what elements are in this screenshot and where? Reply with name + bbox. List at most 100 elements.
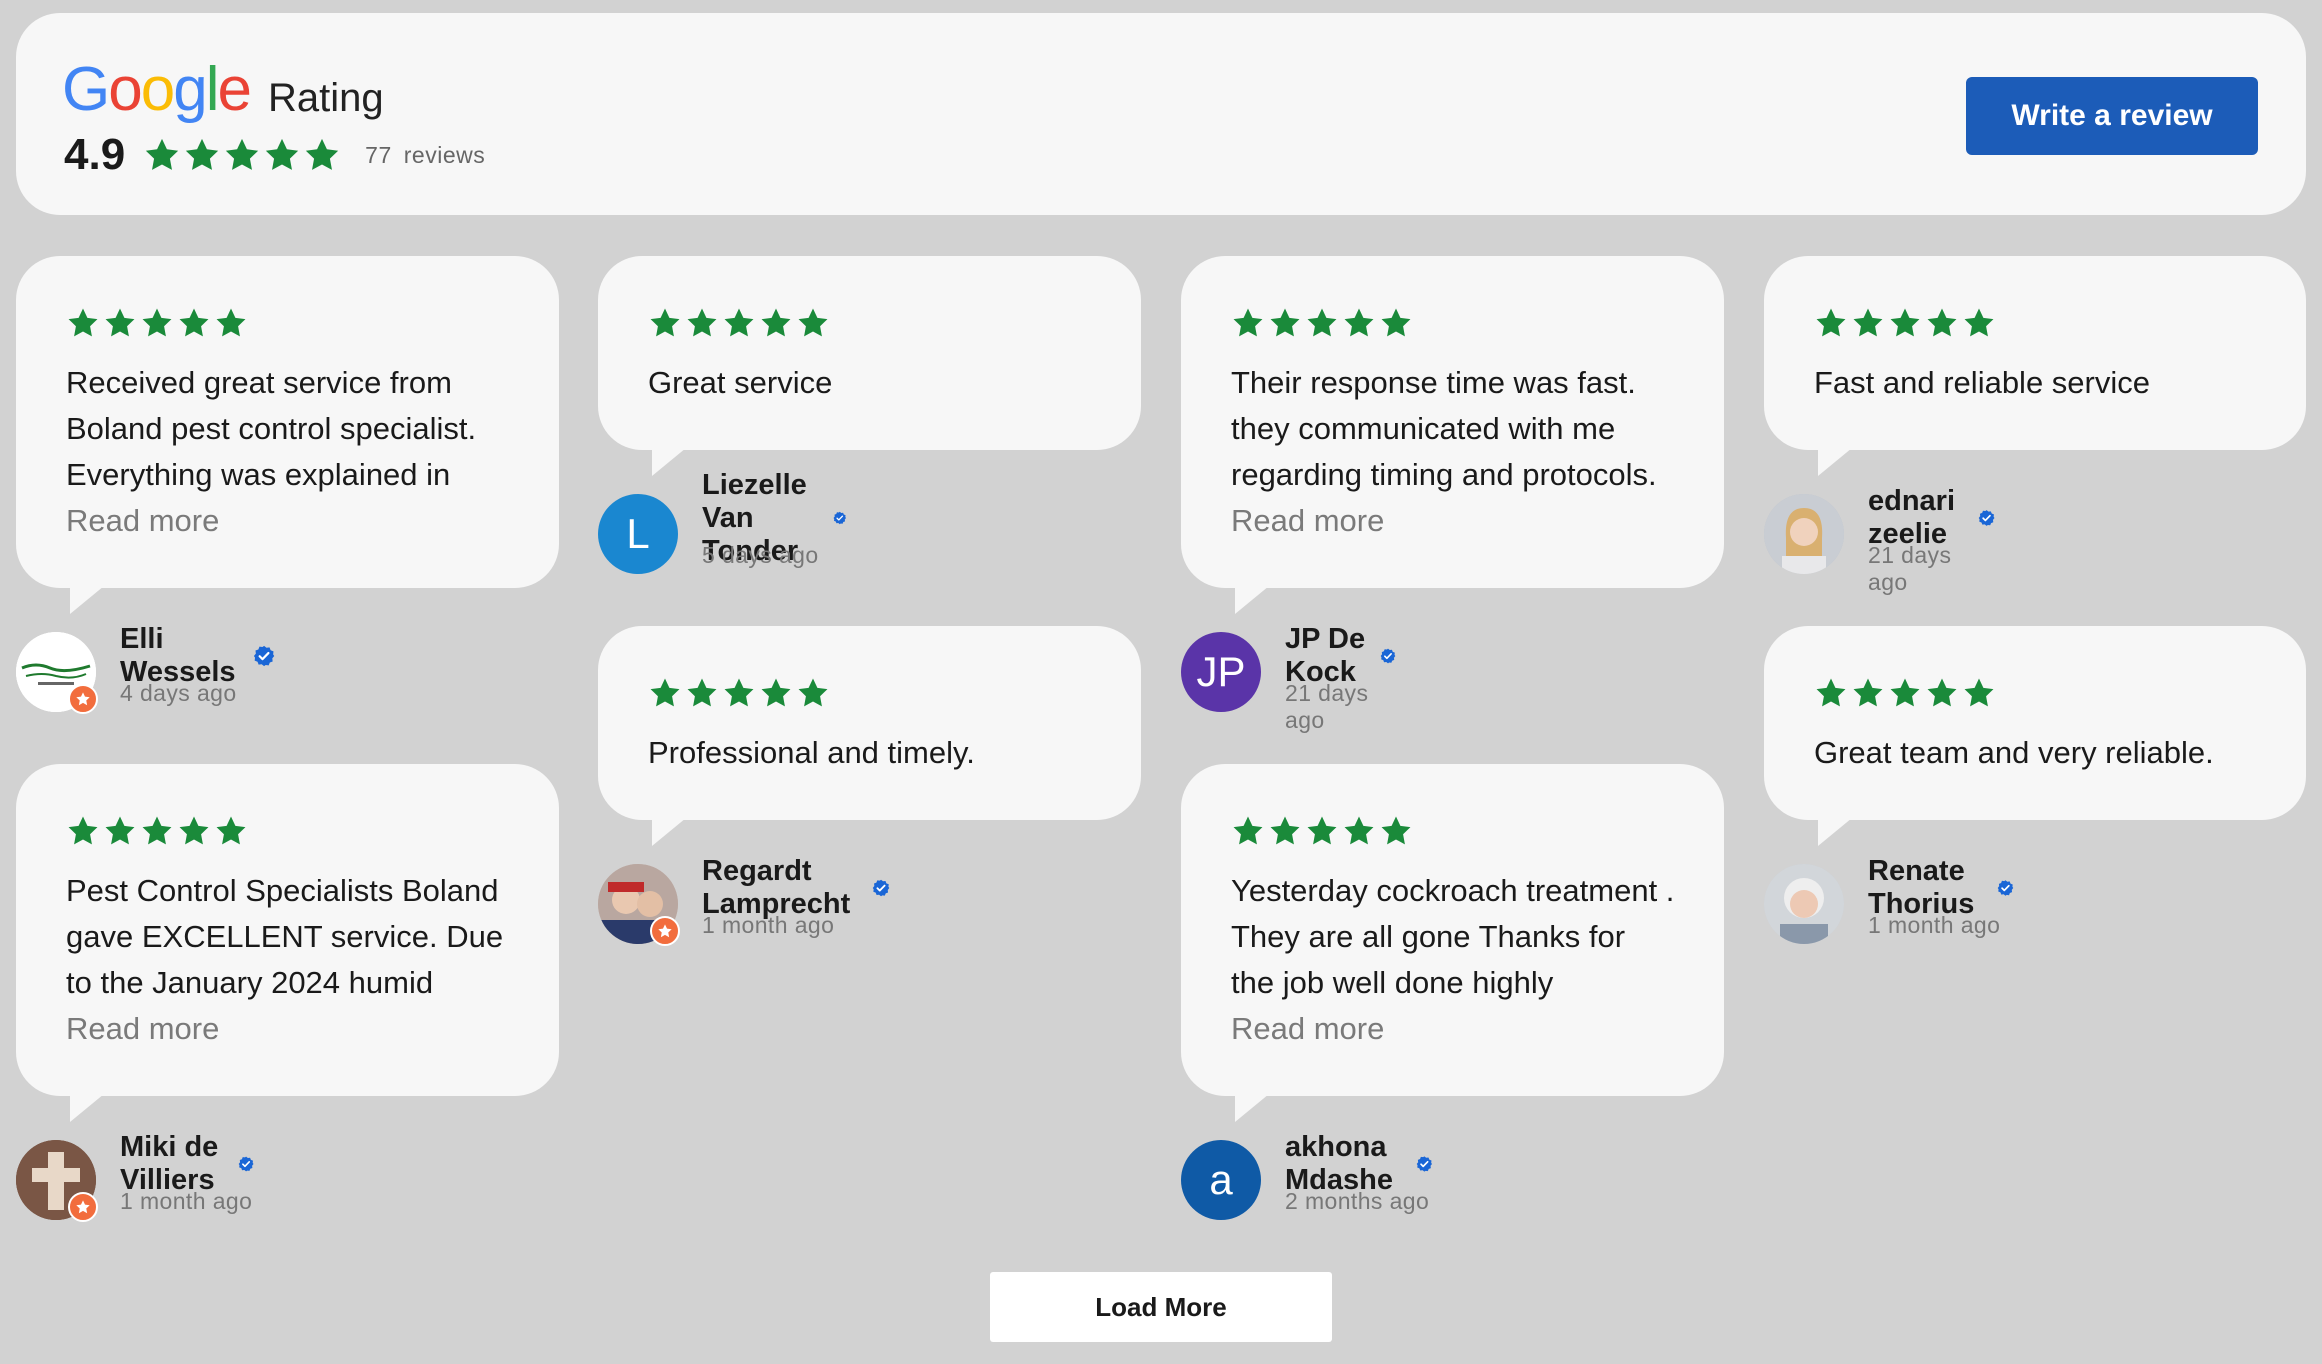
review-bubble: Yesterday cockroach treatment . They are… [1181, 764, 1724, 1122]
verified-icon [1978, 503, 1995, 533]
review-bubble: Received great service from Boland pest … [16, 256, 559, 614]
review-time: 1 month ago [120, 1188, 253, 1214]
avatar[interactable]: a [1181, 1140, 1261, 1220]
name-row: Regardt Lamprecht [702, 855, 890, 920]
author-info: akhona Mdashe 2 months ago [1285, 1131, 1433, 1215]
local-guide-badge [68, 684, 98, 714]
review-text: Great service [648, 365, 833, 400]
write-review-button[interactable]: Write a review [1966, 77, 2258, 155]
review-bubble: Great team and very reliable. [1764, 626, 2306, 846]
read-more-link[interactable]: Read more [1231, 498, 1676, 544]
avatar[interactable] [1764, 494, 1844, 574]
review-count-number: 77 [365, 141, 392, 168]
star-icon [1888, 676, 1922, 710]
verified-icon [1380, 641, 1396, 671]
name-row: ednari zeelie [1868, 485, 1995, 550]
average-score: 4.9 [64, 130, 126, 179]
star-icon [1962, 306, 1996, 340]
star-icon [177, 306, 211, 340]
review-time: 2 months ago [1285, 1188, 1430, 1214]
review-time: 4 days ago [120, 680, 237, 706]
review-stars [648, 676, 1093, 712]
star-icon [1814, 676, 1848, 710]
verified-icon [253, 641, 275, 671]
star-icon [140, 814, 174, 848]
review-bubble: Great service [598, 256, 1141, 476]
star-icon [759, 676, 793, 710]
review-time: 21 days ago [1285, 680, 1369, 733]
star-icon [263, 136, 301, 174]
read-more-link[interactable]: Read more [66, 498, 511, 544]
star-icon [1851, 676, 1885, 710]
name-row: Renate Thorius [1868, 855, 2014, 920]
star-icon [648, 306, 682, 340]
star-icon [214, 306, 248, 340]
review-stars [1231, 814, 1676, 850]
name-row: Elli Wessels [120, 623, 276, 688]
star-icon [183, 136, 221, 174]
rating-title: Rating [267, 76, 384, 120]
star-icon [685, 306, 719, 340]
review-text: Yesterday cockroach treatment . They are… [1231, 873, 1675, 1000]
star-icon [1925, 306, 1959, 340]
review-time: 21 days ago [1868, 542, 1952, 595]
avatar[interactable] [16, 1140, 98, 1222]
score-row: 4.9 77 reviews [64, 125, 485, 185]
star-icon [143, 136, 181, 174]
bubble-tail [1235, 586, 1269, 614]
bubble-tail [1818, 448, 1852, 476]
woman-photo-icon [1764, 494, 1844, 574]
verified-icon [238, 1149, 254, 1179]
load-more-button[interactable]: Load More [990, 1272, 1332, 1342]
star-icon [103, 814, 137, 848]
star-icon [1925, 676, 1959, 710]
review-author: Renate Thorius 1 month ago [1764, 855, 2014, 944]
review-count: 77 reviews [365, 142, 485, 169]
bubble-tail [652, 818, 686, 846]
review-bubble: Fast and reliable service [1764, 256, 2306, 476]
review-author: Elli Wessels 4 days ago [16, 623, 276, 714]
star-icon [66, 814, 100, 848]
star-icon [685, 676, 719, 710]
read-more-link[interactable]: Read more [66, 1006, 511, 1052]
star-icon [66, 306, 100, 340]
star-icon [303, 136, 341, 174]
author-info: Regardt Lamprecht 1 month ago [702, 855, 890, 939]
star-icon [1379, 306, 1413, 340]
avatar[interactable] [16, 632, 98, 714]
woman-photo-icon [1764, 864, 1844, 944]
review-text: Received great service from Boland pest … [66, 365, 477, 492]
avatar[interactable] [1764, 864, 1844, 944]
avatar[interactable]: JP [1181, 632, 1261, 712]
review-count-label: reviews [403, 141, 486, 168]
name-row: akhona Mdashe [1285, 1131, 1433, 1196]
google-wordmark: Google [62, 55, 252, 124]
local-guide-badge [650, 916, 680, 946]
review-author: JP JP De Kock 21 days ago [1181, 623, 1396, 734]
review-time: 1 month ago [1868, 912, 2001, 938]
read-more-link[interactable]: Read more [1231, 1006, 1676, 1052]
star-icon [140, 306, 174, 340]
star-icon [1268, 306, 1302, 340]
star-icon [1962, 676, 1996, 710]
review-text: Their response time was fast. they commu… [1231, 365, 1657, 492]
review-author: Regardt Lamprecht 1 month ago [598, 855, 890, 946]
star-icon [796, 306, 830, 340]
verified-icon [833, 503, 847, 533]
avatar[interactable]: L [598, 494, 678, 574]
review-stars [1231, 306, 1676, 342]
name-row: JP De Kock [1285, 623, 1396, 688]
author-info: Elli Wessels 4 days ago [120, 623, 276, 707]
star-icon [759, 306, 793, 340]
star-icon [103, 306, 137, 340]
rating-header: Google Rating 4.9 77 reviews Write a revi… [16, 13, 2306, 215]
avatar[interactable] [598, 864, 680, 946]
avatar-letter: JP [1196, 648, 1246, 695]
review-text: Pest Control Specialists Boland gave EXC… [66, 873, 504, 1000]
review-stars [1814, 676, 2258, 712]
star-icon [1231, 306, 1265, 340]
star-icon [1851, 306, 1885, 340]
review-time: 5 days ago [702, 542, 819, 568]
star-icon [177, 814, 211, 848]
review-bubble: Pest Control Specialists Boland gave EXC… [16, 764, 559, 1122]
